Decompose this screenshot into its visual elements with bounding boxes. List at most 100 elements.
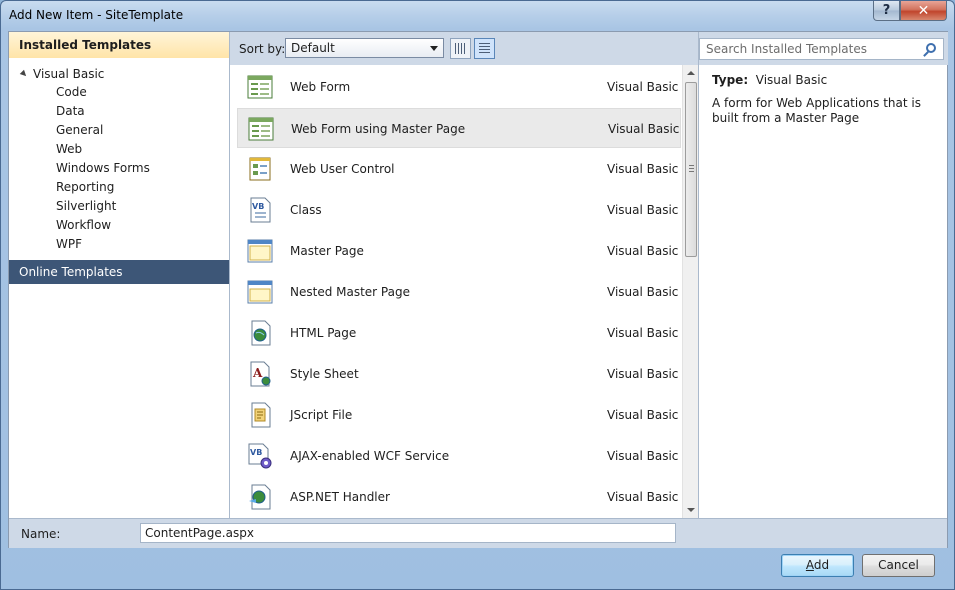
web-form-icon xyxy=(247,75,273,99)
type-label: Type: xyxy=(712,73,749,87)
installed-templates-header[interactable]: Installed Templates xyxy=(9,32,229,58)
template-name: AJAX-enabled WCF Service xyxy=(290,449,450,463)
html-page-icon xyxy=(251,320,271,346)
template-name: Web Form xyxy=(290,80,351,94)
template-row-nested-master-page[interactable]: Nested Master Page Visual Basic xyxy=(237,272,681,312)
scroll-up-icon[interactable] xyxy=(687,71,695,75)
templates-tree-pane: Installed Templates Visual Basic Code Da… xyxy=(9,32,230,518)
nested-master-page-icon xyxy=(247,280,273,304)
template-language: Visual Basic xyxy=(607,244,679,258)
template-description: A form for Web Applications that is buil… xyxy=(712,96,921,125)
user-control-icon xyxy=(249,157,271,181)
tree-item-general[interactable]: General xyxy=(56,123,103,137)
template-name: Master Page xyxy=(290,244,364,258)
type-info: Type: Visual Basic xyxy=(712,73,827,87)
template-row-web-user-control[interactable]: Web User Control Visual Basic xyxy=(237,149,681,189)
tree-item-windows-forms[interactable]: Windows Forms xyxy=(56,161,150,175)
name-field-value: ContentPage.aspx xyxy=(145,526,254,540)
template-language: Visual Basic xyxy=(607,408,679,422)
template-list: Web Form Visual Basic Web Form using Mas… xyxy=(230,65,682,518)
vb-class-icon: VB xyxy=(250,197,271,223)
tree-item-wpf[interactable]: WPF xyxy=(56,237,82,251)
template-row-web-form[interactable]: Web Form Visual Basic xyxy=(237,67,681,107)
template-row-master-page[interactable]: Master Page Visual Basic xyxy=(237,231,681,271)
add-button-label: dd xyxy=(813,558,830,572)
template-row-aspnet-handler[interactable]: ASP.NET Handler Visual Basic xyxy=(237,477,681,517)
template-language: Visual Basic xyxy=(607,285,679,299)
template-language: Visual Basic xyxy=(607,80,679,94)
style-sheet-icon: A xyxy=(250,361,271,387)
chevron-down-icon xyxy=(430,46,438,51)
tree-item-reporting[interactable]: Reporting xyxy=(56,180,114,194)
add-button[interactable]: Add xyxy=(781,554,854,577)
template-row-style-sheet[interactable]: A Style Sheet Visual Basic xyxy=(237,354,681,394)
template-name: HTML Page xyxy=(290,326,357,340)
window-title: Add New Item - SiteTemplate xyxy=(9,8,184,22)
grid-view-icon xyxy=(455,43,466,54)
jscript-file-icon xyxy=(251,402,271,428)
wcf-service-icon: VB xyxy=(248,443,272,469)
cancel-button[interactable]: Cancel xyxy=(862,554,935,577)
search-input[interactable]: Search Installed Templates xyxy=(699,38,944,60)
svg-text:VB: VB xyxy=(250,448,262,457)
title-bar: Add New Item - SiteTemplate ? ✕ xyxy=(1,1,954,31)
master-page-icon xyxy=(247,239,273,263)
search-placeholder: Search Installed Templates xyxy=(706,42,867,56)
tree-item-workflow[interactable]: Workflow xyxy=(56,218,111,232)
template-row-class[interactable]: VB Class Visual Basic xyxy=(237,190,681,230)
details-pane: Search Installed Templates Type: Visual … xyxy=(698,32,948,518)
type-value: Visual Basic xyxy=(755,73,828,87)
name-row: Name: ContentPage.aspx xyxy=(9,518,947,548)
expand-arrow-icon[interactable] xyxy=(19,69,29,79)
aspnet-handler-icon xyxy=(249,484,271,510)
template-language: Visual Basic xyxy=(607,326,679,340)
list-view-icon xyxy=(479,43,490,54)
sort-by-dropdown[interactable]: Default xyxy=(285,38,444,58)
template-row-web-form-master[interactable]: Web Form using Master Page Visual Basic xyxy=(237,108,681,148)
template-row-wcf-service[interactable]: VB AJAX-enabled WCF Service Visual Basic xyxy=(237,436,681,476)
web-form-master-icon xyxy=(248,117,274,141)
scroll-down-icon[interactable] xyxy=(687,508,695,512)
svg-text:VB: VB xyxy=(252,202,264,211)
template-name: Web User Control xyxy=(290,162,395,176)
sort-by-value: Default xyxy=(291,41,335,55)
template-language: Visual Basic xyxy=(607,203,679,217)
sort-toolbar: Sort by: Default xyxy=(230,32,698,65)
name-field[interactable]: ContentPage.aspx xyxy=(140,523,676,543)
add-new-item-dialog: Add New Item - SiteTemplate ? ✕ Installe… xyxy=(0,0,955,590)
template-name: Web Form using Master Page xyxy=(291,122,466,136)
template-language: Visual Basic xyxy=(608,122,680,136)
tree-item-web[interactable]: Web xyxy=(56,142,82,156)
template-name: Style Sheet xyxy=(290,367,359,381)
tree-item-data[interactable]: Data xyxy=(56,104,85,118)
tree-item-code[interactable]: Code xyxy=(56,85,87,99)
scrollbar-thumb[interactable] xyxy=(685,82,697,257)
template-language: Visual Basic xyxy=(607,490,679,504)
tree-node-label: Visual Basic xyxy=(33,67,105,81)
template-name: Class xyxy=(290,203,322,217)
sort-by-label: Sort by: xyxy=(239,42,286,56)
search-icon[interactable] xyxy=(926,43,936,53)
tree-node-visual-basic[interactable]: Visual Basic xyxy=(19,67,105,81)
add-button-mnemonic: A xyxy=(805,558,814,572)
template-language: Visual Basic xyxy=(607,162,679,176)
template-row-html-page[interactable]: HTML Page Visual Basic xyxy=(237,313,681,353)
grip-icon xyxy=(689,165,694,172)
details-view-button[interactable] xyxy=(474,38,495,59)
template-name: Nested Master Page xyxy=(290,285,410,299)
templates-list-pane: Sort by: Default Web Form Visual Basic W… xyxy=(230,32,698,518)
template-language: Visual Basic xyxy=(607,449,679,463)
template-name: ASP.NET Handler xyxy=(290,490,390,504)
svg-text:A: A xyxy=(252,366,263,380)
help-button[interactable]: ? xyxy=(873,1,900,21)
tree-item-silverlight[interactable]: Silverlight xyxy=(56,199,116,213)
help-icon: ? xyxy=(882,3,891,18)
template-name: JScript File xyxy=(290,408,353,422)
search-toolbar: Search Installed Templates xyxy=(699,32,948,65)
template-list-scrollbar[interactable] xyxy=(682,65,698,518)
template-language: Visual Basic xyxy=(607,367,679,381)
online-templates-header[interactable]: Online Templates xyxy=(9,260,229,284)
small-icons-view-button[interactable] xyxy=(450,38,471,59)
close-button[interactable]: ✕ xyxy=(900,1,947,21)
template-row-jscript-file[interactable]: JScript File Visual Basic xyxy=(237,395,681,435)
